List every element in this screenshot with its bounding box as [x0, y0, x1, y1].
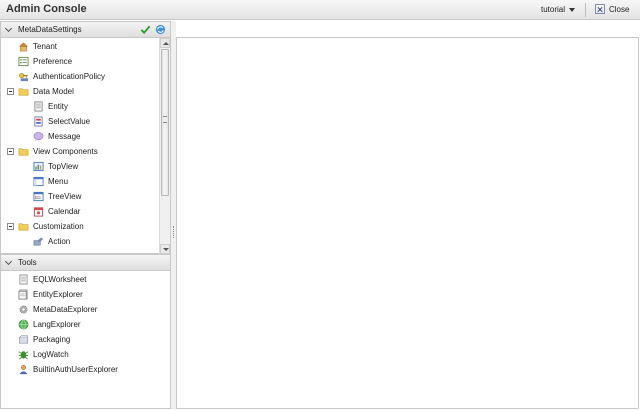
metadata-tree: Tenant Preference AuthenticationPolicy D… [1, 38, 170, 254]
tenant-label: tutorial [541, 5, 566, 14]
worksheet-icon [19, 274, 28, 285]
splitter-grip-icon[interactable] [173, 226, 174, 238]
tree-item-label: Preference [33, 57, 73, 66]
tool-item-label: BuiltinAuthUserExplorer [33, 365, 118, 374]
menu-icon [33, 176, 44, 187]
tool-item-packaging[interactable]: Packaging [18, 332, 70, 347]
app-title: Admin Console [6, 3, 87, 15]
select-value-icon [34, 116, 43, 127]
main-content-area [176, 37, 639, 409]
refresh-icon[interactable] [155, 24, 166, 35]
tree-item-label: Menu [48, 177, 69, 186]
user-icon [19, 364, 28, 375]
chevron-down-icon[interactable] [6, 27, 12, 33]
tree-item-label: Entity [48, 102, 69, 111]
collapse-toggle-icon[interactable] [7, 223, 14, 230]
tools-panel: Tools EQLWorksheet EntityExplorer MetaDa… [0, 254, 171, 409]
tree-item-label: Message [48, 132, 81, 141]
tools-list: EQLWorksheet EntityExplorer MetaDataExpl… [1, 271, 170, 408]
topview-icon [33, 161, 44, 172]
collapse-toggle-icon[interactable] [7, 148, 14, 155]
scroll-thumb[interactable] [161, 49, 169, 196]
tool-item-label: LangExplorer [33, 320, 81, 329]
tool-item-label: MetaDataExplorer [33, 305, 98, 314]
entity-icon [34, 101, 43, 112]
close-button[interactable]: Close [595, 4, 629, 14]
tree-item-action[interactable]: Action [33, 234, 70, 249]
tenant-select[interactable]: tutorial [541, 5, 576, 14]
tree-item-label: AuthenticationPolicy [33, 72, 106, 81]
title-bar: Admin Console tutorial Close [0, 0, 640, 20]
tree-item-treeview[interactable]: TreeView [33, 189, 81, 204]
tool-item-label: Packaging [33, 335, 71, 344]
calendar-icon [33, 207, 44, 217]
gear-icon [19, 305, 28, 314]
key-icon [19, 73, 29, 82]
collapse-toggle-icon[interactable] [7, 88, 14, 95]
tree-item-topview[interactable]: TopView [33, 159, 78, 174]
package-icon [19, 335, 28, 344]
close-label: Close [609, 4, 630, 14]
tool-item-eql-worksheet[interactable]: EQLWorksheet [18, 272, 87, 287]
folder-icon [18, 148, 29, 156]
tree-item-label: View Components [33, 147, 98, 156]
metadata-settings-panel: MetaDataSettings Tenant Preference Authe… [0, 21, 171, 254]
metadata-panel-title: MetaDataSettings [18, 25, 82, 34]
tree-item-authentication-policy[interactable]: AuthenticationPolicy [18, 69, 105, 84]
tree-item-tenant[interactable]: Tenant [18, 39, 57, 54]
action-icon [33, 237, 44, 246]
scroll-down-arrow-icon[interactable] [160, 244, 170, 254]
check-icon[interactable] [140, 24, 151, 35]
tool-item-builtin-auth-user-explorer[interactable]: BuiltinAuthUserExplorer [18, 362, 118, 377]
entity-explorer-icon [18, 289, 28, 300]
tree-scrollbar[interactable] [159, 38, 170, 254]
tree-item-message[interactable]: Message [33, 129, 80, 144]
scroll-up-arrow-icon[interactable] [160, 38, 170, 48]
tree-item-select-value[interactable]: SelectValue [33, 114, 90, 129]
tool-item-lang-explorer[interactable]: LangExplorer [18, 317, 81, 332]
folder-icon [18, 223, 29, 231]
tree-item-label: TreeView [48, 192, 82, 201]
chevron-down-icon[interactable] [6, 260, 12, 266]
tree-item-customization[interactable]: Customization [18, 219, 84, 234]
tree-item-label: Data Model [33, 87, 74, 96]
tree-item-label: Tenant [33, 42, 58, 51]
tools-panel-title: Tools [18, 258, 37, 267]
house-icon [18, 42, 29, 52]
tree-item-label: TopView [48, 162, 79, 171]
tree-item-data-model[interactable]: Data Model [18, 84, 74, 99]
list-icon [18, 56, 29, 67]
tree-item-label: Calendar [48, 207, 81, 216]
tool-item-label: EntityExplorer [33, 290, 83, 299]
globe-icon [18, 319, 29, 330]
message-icon [33, 132, 44, 142]
tree-item-view-components[interactable]: View Components [18, 144, 98, 159]
tools-panel-header[interactable]: Tools [1, 255, 170, 271]
folder-icon [18, 88, 29, 96]
tree-item-label: Action [48, 237, 71, 246]
tree-item-menu[interactable]: Menu [33, 174, 68, 189]
tool-item-metadata-explorer[interactable]: MetaDataExplorer [18, 302, 97, 317]
tool-item-entity-explorer[interactable]: EntityExplorer [18, 287, 83, 302]
tree-item-entity[interactable]: Entity [33, 99, 68, 114]
tree-item-label: Customization [33, 222, 84, 231]
tree-item-label: SelectValue [48, 117, 91, 126]
metadata-panel-header[interactable]: MetaDataSettings [1, 22, 170, 38]
bug-icon [18, 351, 29, 360]
toolbar-separator [585, 3, 586, 17]
tree-item-preference[interactable]: Preference [18, 54, 72, 69]
tool-item-label: LogWatch [33, 350, 69, 359]
tree-item-calendar[interactable]: Calendar [33, 204, 80, 219]
tool-item-label: EQLWorksheet [33, 275, 87, 284]
chevron-down-icon [569, 8, 576, 12]
tool-item-log-watch[interactable]: LogWatch [18, 347, 69, 362]
treeview-icon [33, 191, 44, 202]
close-icon [595, 4, 605, 14]
